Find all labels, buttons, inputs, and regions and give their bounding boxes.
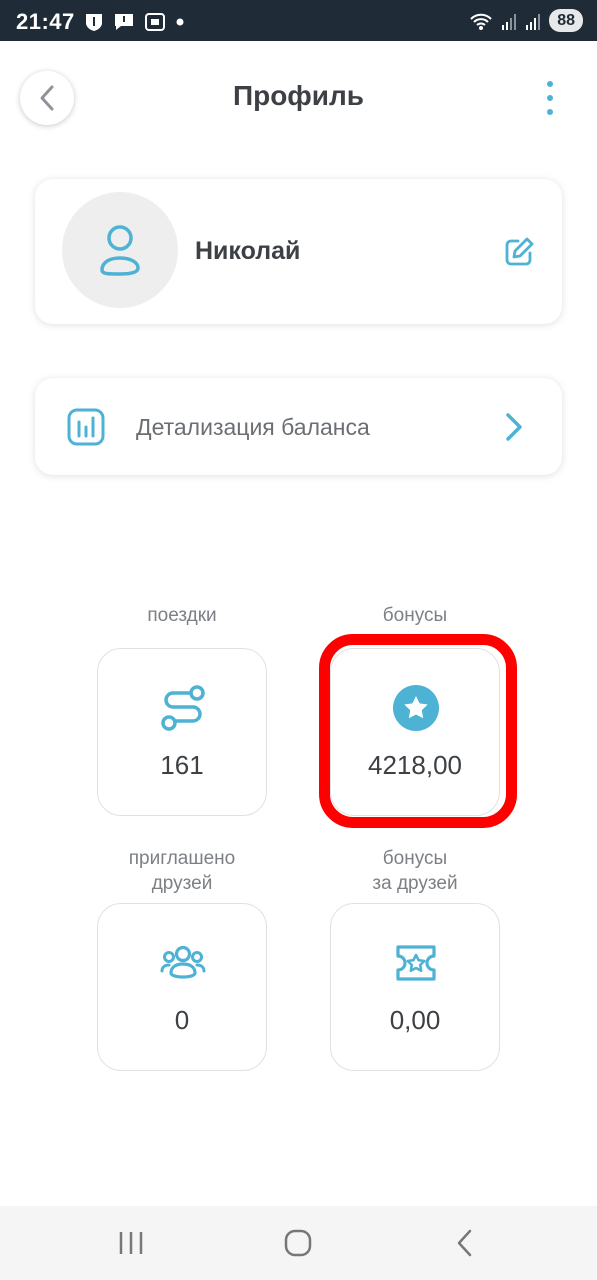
more-menu-button[interactable] bbox=[536, 76, 564, 120]
bonuses-label: бонусы bbox=[382, 605, 448, 626]
battery-indicator: 88 bbox=[549, 9, 583, 32]
system-back-button[interactable] bbox=[445, 1226, 485, 1260]
highlight-frame bbox=[319, 634, 517, 828]
invited-friends-value: 0 bbox=[174, 1005, 190, 1035]
balance-details-label: Детализация баланса bbox=[136, 414, 370, 440]
home-button[interactable] bbox=[278, 1226, 318, 1260]
status-bar: 21:47 88 bbox=[0, 0, 597, 41]
invited-friends-label-line2: друзей bbox=[151, 873, 213, 894]
menu-dot bbox=[547, 95, 553, 101]
chevron-right-icon bbox=[506, 413, 522, 441]
menu-dot bbox=[547, 109, 553, 115]
page-title: Профиль bbox=[232, 80, 365, 111]
invited-friends-label: приглашено друзей bbox=[97, 846, 267, 896]
screenshot-icon bbox=[145, 13, 165, 31]
friend-bonuses-tile[interactable]: 0,00 bbox=[330, 903, 500, 1071]
recent-apps-icon bbox=[119, 1232, 143, 1254]
avatar[interactable] bbox=[62, 192, 178, 308]
route-icon bbox=[159, 684, 207, 732]
balance-details-row[interactable]: Детализация баланса bbox=[35, 378, 562, 475]
profile-card: Николай bbox=[35, 179, 562, 324]
invited-friends-tile[interactable]: 0 bbox=[97, 903, 267, 1071]
trips-tile[interactable]: 161 bbox=[97, 648, 267, 816]
wifi-icon bbox=[470, 13, 492, 30]
group-icon bbox=[159, 939, 207, 987]
dot-icon bbox=[176, 18, 184, 26]
trips-label: поездки bbox=[147, 605, 217, 626]
user-icon bbox=[100, 225, 140, 276]
friend-bonuses-label-line1: бонусы bbox=[382, 848, 448, 869]
signal-icon bbox=[526, 13, 541, 30]
back-arrow-icon bbox=[457, 1229, 472, 1257]
recent-apps-button[interactable] bbox=[111, 1226, 151, 1260]
chart-report-icon bbox=[67, 408, 105, 446]
signal-icon bbox=[502, 13, 517, 30]
trips-value: 161 bbox=[160, 750, 204, 780]
user-name: Николай bbox=[195, 237, 301, 265]
shield-notification-icon bbox=[86, 14, 102, 31]
edit-profile-button[interactable] bbox=[501, 234, 537, 270]
menu-dot bbox=[547, 81, 553, 87]
friend-bonuses-value: 0,00 bbox=[389, 1005, 441, 1035]
invited-friends-label-line1: приглашено bbox=[128, 848, 236, 869]
system-nav-bar bbox=[0, 1206, 597, 1280]
friend-bonuses-label: бонусы за друзей bbox=[330, 846, 500, 896]
message-icon bbox=[115, 14, 133, 30]
home-icon bbox=[284, 1229, 312, 1257]
edit-icon bbox=[505, 237, 534, 266]
friend-bonuses-label-line2: за друзей bbox=[372, 873, 458, 894]
ticket-star-icon bbox=[392, 939, 440, 987]
status-time: 21:47 bbox=[16, 9, 75, 34]
